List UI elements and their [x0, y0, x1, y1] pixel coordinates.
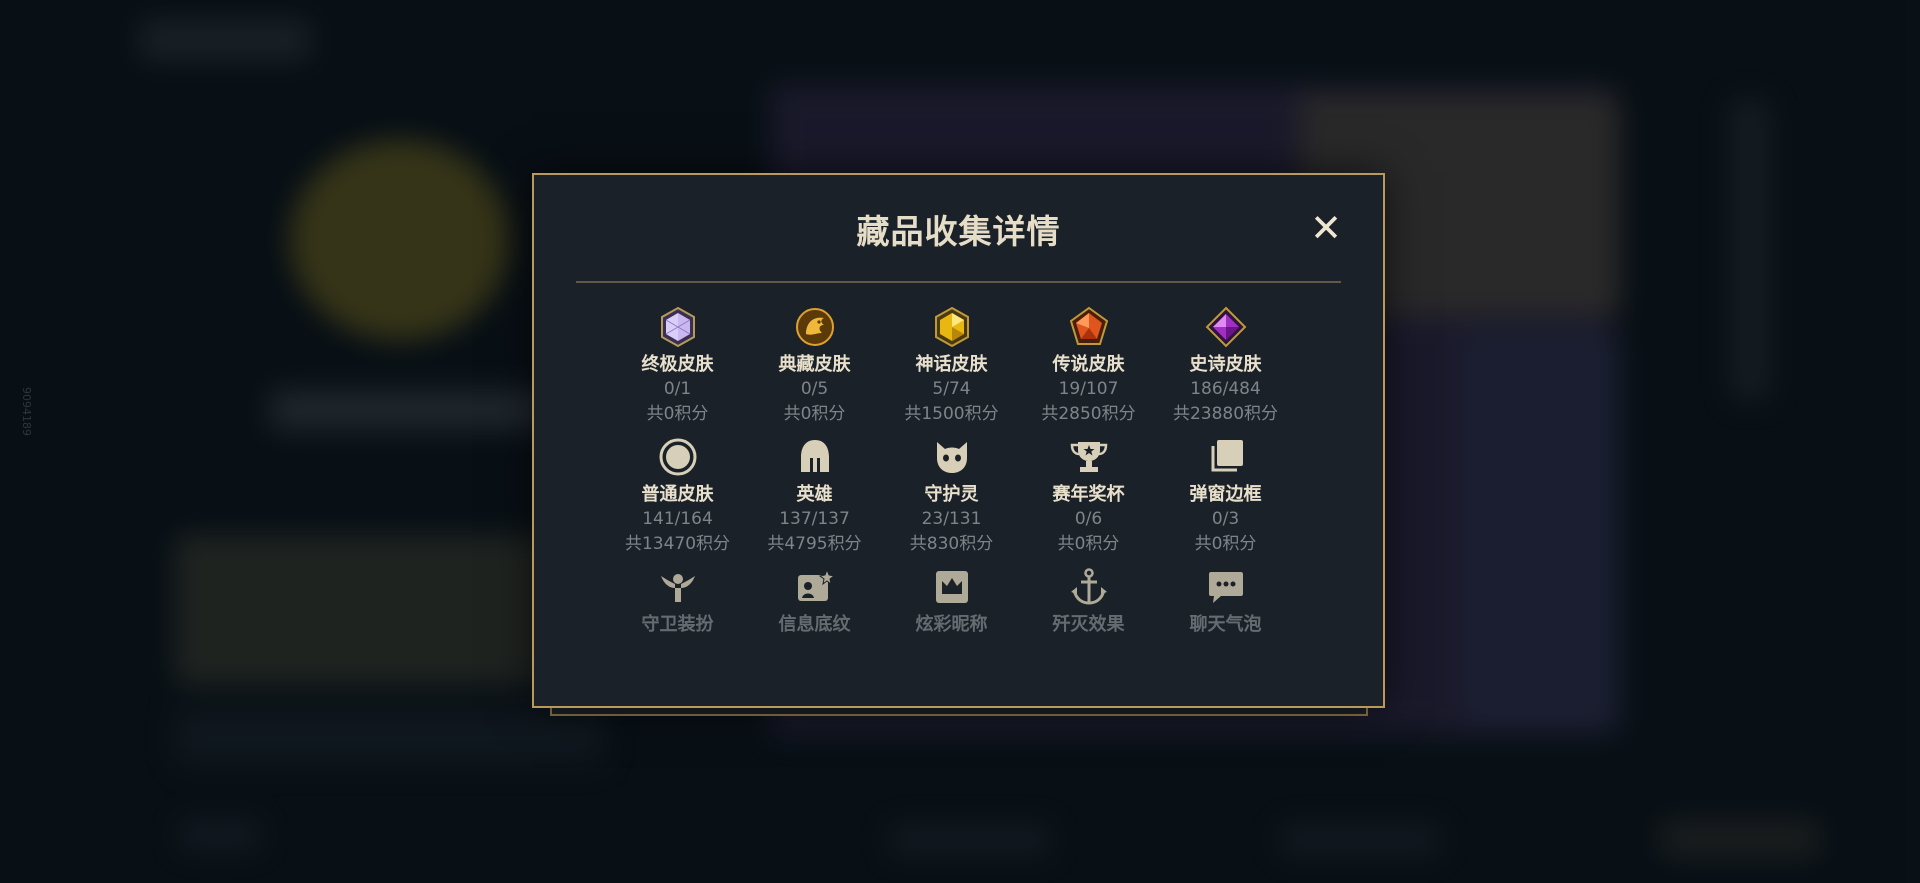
modal-foot-decoration	[550, 708, 1368, 716]
item-label: 英雄	[796, 484, 833, 505]
item-label: 赛年奖杯	[1052, 484, 1125, 505]
title-divider	[576, 281, 1341, 283]
item-label: 典藏皮肤	[778, 354, 851, 375]
scroll-fade-overlay	[536, 634, 1381, 704]
chat-bubble-icon	[1204, 565, 1248, 609]
item-label: 终极皮肤	[641, 354, 714, 375]
item-label: 歼灭效果	[1052, 614, 1125, 635]
item-label: 普通皮肤	[641, 484, 714, 505]
item-points: 共13470积分	[624, 534, 731, 554]
item-count: 0/1	[663, 379, 692, 399]
collection-item-ultimate-skin[interactable]: 终极皮肤 0/1 共0积分	[609, 305, 746, 427]
epic-skin-gem-icon	[1204, 305, 1248, 349]
mythic-skin-gem-icon	[930, 305, 974, 349]
item-points: 共0积分	[1057, 534, 1120, 554]
item-count: 137/137	[779, 509, 850, 529]
item-points: 共0积分	[783, 404, 846, 424]
ultimate-skin-gem-icon	[656, 305, 700, 349]
normal-skin-circle-icon	[656, 435, 700, 479]
side-id-text: 9094189	[20, 387, 33, 436]
info-banner-icon	[793, 565, 837, 609]
legendary-skin-gem-icon	[1067, 305, 1111, 349]
collection-item-mythic-skin[interactable]: 神话皮肤 5/74 共1500积分	[883, 305, 1020, 427]
collection-item-season-trophy[interactable]: 赛年奖杯 0/6 共0积分	[1020, 435, 1157, 557]
item-count: 0/3	[1211, 509, 1240, 529]
item-label: 信息底纹	[778, 614, 851, 635]
item-label: 神话皮肤	[915, 354, 988, 375]
collection-item-finisher[interactable]: 歼灭效果	[1020, 565, 1157, 637]
collection-item-chat-bubble[interactable]: 聊天气泡	[1157, 565, 1294, 637]
item-points: 共0积分	[646, 404, 709, 424]
collection-item-epic-skin[interactable]: 史诗皮肤 186/484 共23880积分	[1157, 305, 1294, 427]
item-points: 共1500积分	[904, 404, 999, 424]
champion-helmet-icon	[793, 435, 837, 479]
item-count: 19/107	[1058, 379, 1119, 399]
item-label: 炫彩昵称	[915, 614, 988, 635]
collection-item-prestige-skin[interactable]: 典藏皮肤 0/5 共0积分	[746, 305, 883, 427]
item-count: 141/164	[642, 509, 713, 529]
popup-frame-icon	[1204, 435, 1248, 479]
item-points: 共0积分	[1194, 534, 1257, 554]
item-label: 守护灵	[924, 484, 979, 505]
collection-item-normal-skin[interactable]: 普通皮肤 141/164 共13470积分	[609, 435, 746, 557]
collection-details-modal: 藏品收集详情 ✕ 终极皮肤 0/1 共0积分 典藏皮肤 0/5 共0积分 神话皮…	[532, 173, 1385, 708]
collection-item-champion[interactable]: 英雄 137/137 共4795积分	[746, 435, 883, 557]
collection-item-popup-frame[interactable]: 弹窗边框 0/3 共0积分	[1157, 435, 1294, 557]
item-count: 186/484	[1190, 379, 1261, 399]
item-points: 共23880积分	[1172, 404, 1279, 424]
item-points: 共830积分	[909, 534, 994, 554]
item-points: 共4795积分	[767, 534, 862, 554]
collection-item-crown-nickname[interactable]: 炫彩昵称	[883, 565, 1020, 637]
item-points: 共2850积分	[1041, 404, 1136, 424]
item-count: 0/5	[800, 379, 829, 399]
collection-item-guardian[interactable]: 守护灵 23/131 共830积分	[883, 435, 1020, 557]
item-label: 传说皮肤	[1052, 354, 1125, 375]
item-count: 23/131	[921, 509, 982, 529]
crown-nickname-icon	[930, 565, 974, 609]
collection-item-legendary-skin[interactable]: 传说皮肤 19/107 共2850积分	[1020, 305, 1157, 427]
modal-title: 藏品收集详情	[856, 212, 1061, 251]
item-label: 聊天气泡	[1189, 614, 1262, 635]
collection-item-ward-skin[interactable]: 守卫装扮	[609, 565, 746, 637]
prestige-skin-dragon-icon	[793, 305, 837, 349]
close-button[interactable]: ✕	[1309, 206, 1343, 250]
item-count: 0/6	[1074, 509, 1103, 529]
item-label: 守卫装扮	[641, 614, 714, 635]
collection-grid: 终极皮肤 0/1 共0积分 典藏皮肤 0/5 共0积分 神话皮肤 5/74 共1…	[609, 305, 1294, 637]
guardian-pet-icon	[930, 435, 974, 479]
trophy-icon	[1067, 435, 1111, 479]
item-label: 弹窗边框	[1189, 484, 1262, 505]
item-count: 5/74	[932, 379, 971, 399]
collection-item-info-banner[interactable]: 信息底纹	[746, 565, 883, 637]
close-icon: ✕	[1310, 206, 1342, 250]
ward-skin-icon	[656, 565, 700, 609]
anchor-finisher-icon	[1067, 565, 1111, 609]
item-label: 史诗皮肤	[1189, 354, 1262, 375]
